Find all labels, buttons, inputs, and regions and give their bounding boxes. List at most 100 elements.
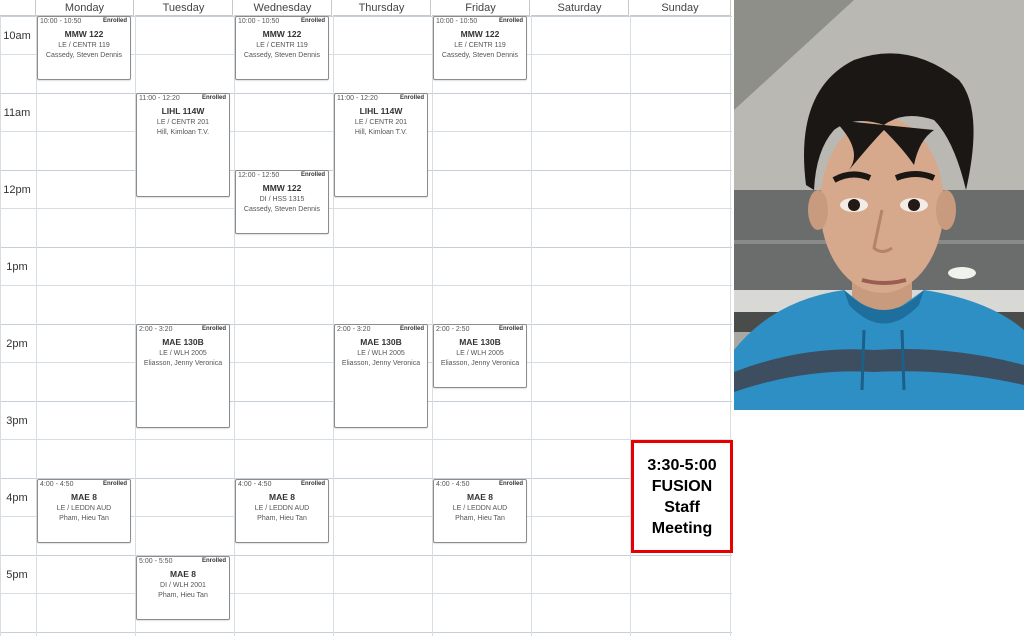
event-course: LIHL 114W <box>161 106 205 116</box>
staff-meeting-line: Staff <box>664 498 700 516</box>
staff-meeting-note: 3:30-5:00 FUSION Staff Meeting <box>631 440 733 553</box>
staff-meeting-time: 3:30-5:00 <box>647 456 717 474</box>
event-location: LE / CENTR 119 <box>454 42 506 49</box>
event-time: 10:00 - 10:50 <box>40 18 82 25</box>
time-label: 11am <box>3 107 31 119</box>
event-lihl114w-tuesday[interactable]: 11:00 - 12:20 Enrolled LIHL 114W LE / CE… <box>136 93 230 197</box>
event-location: LE / CENTR 201 <box>156 119 210 126</box>
event-status: Enrolled <box>300 481 325 487</box>
time-label: 5pm <box>6 569 28 581</box>
grid-line <box>0 439 732 440</box>
event-location: LE / CENTR 201 <box>354 119 408 126</box>
event-course: MAE 130B <box>360 337 402 347</box>
event-course: MAE 8 <box>467 492 493 502</box>
grid-line <box>531 0 532 636</box>
day-header-wednesday: Wednesday <box>234 0 332 16</box>
day-header-thursday: Thursday <box>333 0 431 16</box>
event-course: MAE 8 <box>170 569 196 579</box>
event-location: LE / CENTR 119 <box>256 42 308 49</box>
event-status: Enrolled <box>498 18 523 24</box>
event-mae8-discussion-tuesday[interactable]: 5:00 - 5:50 Enrolled MAE 8 DI / WLH 2001… <box>136 556 230 620</box>
grid-line <box>0 208 732 209</box>
grid-line <box>0 593 732 594</box>
event-mmw122-wednesday[interactable]: 10:00 - 10:50 Enrolled MMW 122 LE / CENT… <box>235 16 329 80</box>
event-location: LE / CENTR 119 <box>58 42 110 49</box>
event-status: Enrolled <box>300 172 325 178</box>
event-course: MAE 8 <box>71 492 97 502</box>
event-mae130b-tuesday[interactable]: 2:00 - 3:20 Enrolled MAE 130B LE / WLH 2… <box>136 324 230 428</box>
event-time: 2:00 - 2:50 <box>436 326 470 333</box>
event-time: 12:00 - 12:50 <box>238 172 280 179</box>
event-time: 5:00 - 5:50 <box>139 558 173 565</box>
event-mae8-friday[interactable]: 4:00 - 4:50 Enrolled MAE 8 LE / LEDDN AU… <box>433 479 527 543</box>
time-label: 10am <box>3 30 31 42</box>
day-header-monday: Monday <box>36 0 134 16</box>
event-time: 4:00 - 4:50 <box>436 481 470 488</box>
event-status: Enrolled <box>498 326 523 332</box>
day-header-friday: Friday <box>432 0 530 16</box>
event-instructor: Pham, Hieu Tan <box>59 515 109 522</box>
event-course: MMW 122 <box>262 183 302 193</box>
event-course: MMW 122 <box>460 29 500 39</box>
event-instructor: Eliasson, Jenny Veronica <box>341 360 421 367</box>
event-mmw122-monday[interactable]: 10:00 - 10:50 Enrolled MMW 122 LE / CENT… <box>37 16 131 80</box>
event-instructor: Cassedy, Steven Dennis <box>441 52 519 59</box>
event-mae130b-friday[interactable]: 2:00 - 2:50 Enrolled MAE 130B LE / WLH 2… <box>433 324 527 388</box>
event-status: Enrolled <box>201 95 226 101</box>
event-mmw122-discussion-wednesday[interactable]: 12:00 - 12:50 Enrolled MMW 122 DI / HSS … <box>235 170 329 234</box>
event-instructor: Eliasson, Jenny Veronica <box>440 360 520 367</box>
time-label: 3pm <box>6 415 28 427</box>
grid-line <box>0 632 732 633</box>
grid-line <box>0 247 732 248</box>
event-time: 11:00 - 12:20 <box>337 95 378 102</box>
time-label: 12pm <box>3 184 31 196</box>
day-header-sunday: Sunday <box>630 0 731 16</box>
weekly-calendar: Monday Tuesday Wednesday Thursday Friday… <box>0 0 732 636</box>
event-mae8-wednesday[interactable]: 4:00 - 4:50 Enrolled MAE 8 LE / LEDDN AU… <box>235 479 329 543</box>
event-time: 2:00 - 3:20 <box>139 326 173 333</box>
event-status: Enrolled <box>300 18 325 24</box>
event-instructor: Hill, Kimloan T.V. <box>354 129 408 136</box>
person-photo <box>734 0 1024 410</box>
time-label: 2pm <box>6 338 28 350</box>
event-instructor: Pham, Hieu Tan <box>158 592 208 599</box>
event-location: LE / WLH 2005 <box>456 350 504 357</box>
event-lihl114w-thursday[interactable]: 11:00 - 12:20 Enrolled LIHL 114W LE / CE… <box>334 93 428 197</box>
header-corner <box>0 0 36 16</box>
event-course: MAE 130B <box>459 337 501 347</box>
event-time: 10:00 - 10:50 <box>238 18 280 25</box>
event-instructor: Pham, Hieu Tan <box>455 515 505 522</box>
event-status: Enrolled <box>498 481 523 487</box>
staff-meeting-line: FUSION <box>651 477 713 495</box>
event-location: LE / WLH 2005 <box>357 350 405 357</box>
event-mae8-monday[interactable]: 4:00 - 4:50 Enrolled MAE 8 LE / LEDDN AU… <box>37 479 131 543</box>
event-location: LE / WLH 2005 <box>159 350 207 357</box>
event-instructor: Cassedy, Steven Dennis <box>243 206 321 213</box>
event-location: DI / WLH 2001 <box>160 582 206 589</box>
event-course: MAE 130B <box>162 337 204 347</box>
event-location: LE / LEDDN AUD <box>254 505 310 512</box>
event-instructor: Cassedy, Steven Dennis <box>45 52 123 59</box>
event-instructor: Pham, Hieu Tan <box>257 515 307 522</box>
event-status: Enrolled <box>201 558 226 564</box>
event-status: Enrolled <box>102 481 127 487</box>
event-status: Enrolled <box>102 18 127 24</box>
event-course: LIHL 114W <box>359 106 403 116</box>
event-time: 2:00 - 3:20 <box>337 326 371 333</box>
time-label: 4pm <box>6 492 28 504</box>
event-course: MMW 122 <box>262 29 302 39</box>
event-time: 4:00 - 4:50 <box>238 481 272 488</box>
event-status: Enrolled <box>399 95 424 101</box>
grid-line <box>0 0 1 636</box>
day-header-saturday: Saturday <box>531 0 629 16</box>
event-instructor: Hill, Kimloan T.V. <box>156 129 210 136</box>
day-header-tuesday: Tuesday <box>135 0 233 16</box>
event-mae130b-thursday[interactable]: 2:00 - 3:20 Enrolled MAE 130B LE / WLH 2… <box>334 324 428 428</box>
event-status: Enrolled <box>399 326 424 332</box>
time-label: 1pm <box>6 261 28 273</box>
event-mmw122-friday[interactable]: 10:00 - 10:50 Enrolled MMW 122 LE / CENT… <box>433 16 527 80</box>
event-status: Enrolled <box>201 326 226 332</box>
event-instructor: Cassedy, Steven Dennis <box>243 52 321 59</box>
event-course: MAE 8 <box>269 492 295 502</box>
event-time: 11:00 - 12:20 <box>139 95 180 102</box>
